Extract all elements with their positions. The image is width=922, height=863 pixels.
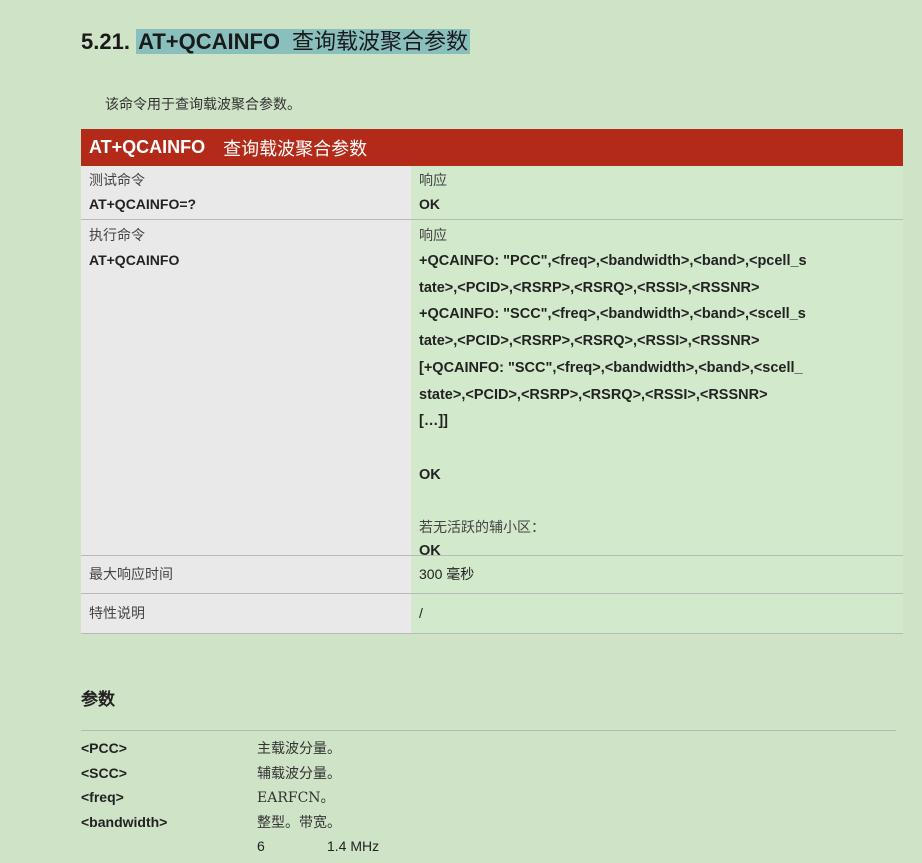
note-value: / [419,605,423,622]
command-table-header: AT+QCAINFO 查询载波聚合参数 [81,129,903,166]
test-command-label: 测试命令 [89,173,145,189]
param-row: <SCC> 辅载波分量。 [81,761,896,786]
response-line: […]] [419,413,448,430]
exec-command-syntax: AT+QCAINFO [89,252,180,268]
params-list: <PCC> 主载波分量。 <SCC> 辅载波分量。 <freq> EARFCN。… [81,736,896,858]
param-desc: EARFCN。 [257,790,335,807]
test-command-cell: 测试命令 AT+QCAINFO=? [81,166,411,219]
test-command-syntax: AT+QCAINFO=? [89,196,197,212]
param-row: <freq> EARFCN。 [81,785,896,810]
bandwidth-value-row: 6 1.4 MHz [81,834,896,858]
max-time-value: 300 毫秒 [419,566,475,583]
exec-command-label: 执行命令 [89,228,145,244]
table-row-note: 特性说明 / [81,594,903,634]
bandwidth-desc: 1.4 MHz [327,838,380,854]
table-row-exec: 执行命令 AT+QCAINFO 响应 +QCAINFO: "PCC",<freq… [81,220,903,559]
section-title-highlight: AT+QCAINFO 查询载波聚合参数 [136,29,471,54]
command-table: AT+QCAINFO 查询载波聚合参数 测试命令 AT+QCAINFO=? 响应… [81,129,903,634]
document-page: 5.21. AT+QCAINFO 查询载波聚合参数 该命令用于查询载波聚合参数。 … [0,0,922,863]
param-name: <PCC> [81,740,127,757]
response-line: tate>,<PCID>,<RSRP>,<RSRQ>,<RSSI>,<RSSNR… [419,279,760,296]
section-command: AT+QCAINFO [138,29,281,54]
table-row-test: 测试命令 AT+QCAINFO=? 响应 OK [81,166,903,220]
response-line: state>,<PCID>,<RSRP>,<RSRQ>,<RSSI>,<RSSN… [419,386,768,403]
max-time-label: 最大响应时间 [89,566,173,583]
section-title: 5.21. AT+QCAINFO 查询载波聚合参数 [81,24,471,56]
test-response-cell: 响应 OK [411,166,903,219]
intro-text: 该命令用于查询载波聚合参数。 [105,97,301,113]
table-row-max-time: 最大响应时间 300 毫秒 [81,556,903,594]
response-line: tate>,<PCID>,<RSRP>,<RSRQ>,<RSSI>,<RSSNR… [419,333,760,350]
header-cn: 查询载波聚合参数 [223,138,368,159]
response-line: [+QCAINFO: "SCC",<freq>,<bandwidth>,<ban… [419,359,803,376]
param-name: <bandwidth> [81,813,168,830]
param-desc: 整型。带宽。 [257,814,341,831]
response-line: +QCAINFO: "PCC",<freq>,<bandwidth>,<band… [419,253,807,269]
test-response-label: 响应 [419,173,447,189]
section-title-cn: 查询载波聚合参数 [292,29,469,54]
param-row: <PCC> 主载波分量。 [81,736,896,761]
max-time-label-cell: 最大响应时间 [81,556,411,593]
param-name: <SCC> [81,764,127,781]
no-scell-note: 若无活跃的辅小区： [419,520,545,536]
header-command: AT+QCAINFO [89,137,206,157]
exec-response-cell: 响应 +QCAINFO: "PCC",<freq>,<bandwidth>,<b… [411,220,903,559]
exec-response-label: 响应 [419,228,447,244]
section-number: 5.21. [81,29,130,54]
exec-response-ok: OK [419,466,441,483]
note-label-cell: 特性说明 [81,594,411,633]
params-title: 参数 [81,690,115,709]
params-divider [81,730,896,731]
param-row: <bandwidth> 整型。带宽。 [81,810,896,835]
exec-command-cell: 执行命令 AT+QCAINFO [81,220,411,555]
note-value-cell: / [411,594,903,633]
max-time-value-cell: 300 毫秒 [411,556,903,593]
response-line: +QCAINFO: "SCC",<freq>,<bandwidth>,<band… [419,306,806,323]
test-response-ok: OK [419,196,440,212]
param-desc: 辅载波分量。 [257,765,341,782]
param-name: <freq> [81,789,124,806]
note-label: 特性说明 [89,605,145,622]
param-desc: 主载波分量。 [257,741,341,758]
bandwidth-value: 6 [257,838,265,854]
